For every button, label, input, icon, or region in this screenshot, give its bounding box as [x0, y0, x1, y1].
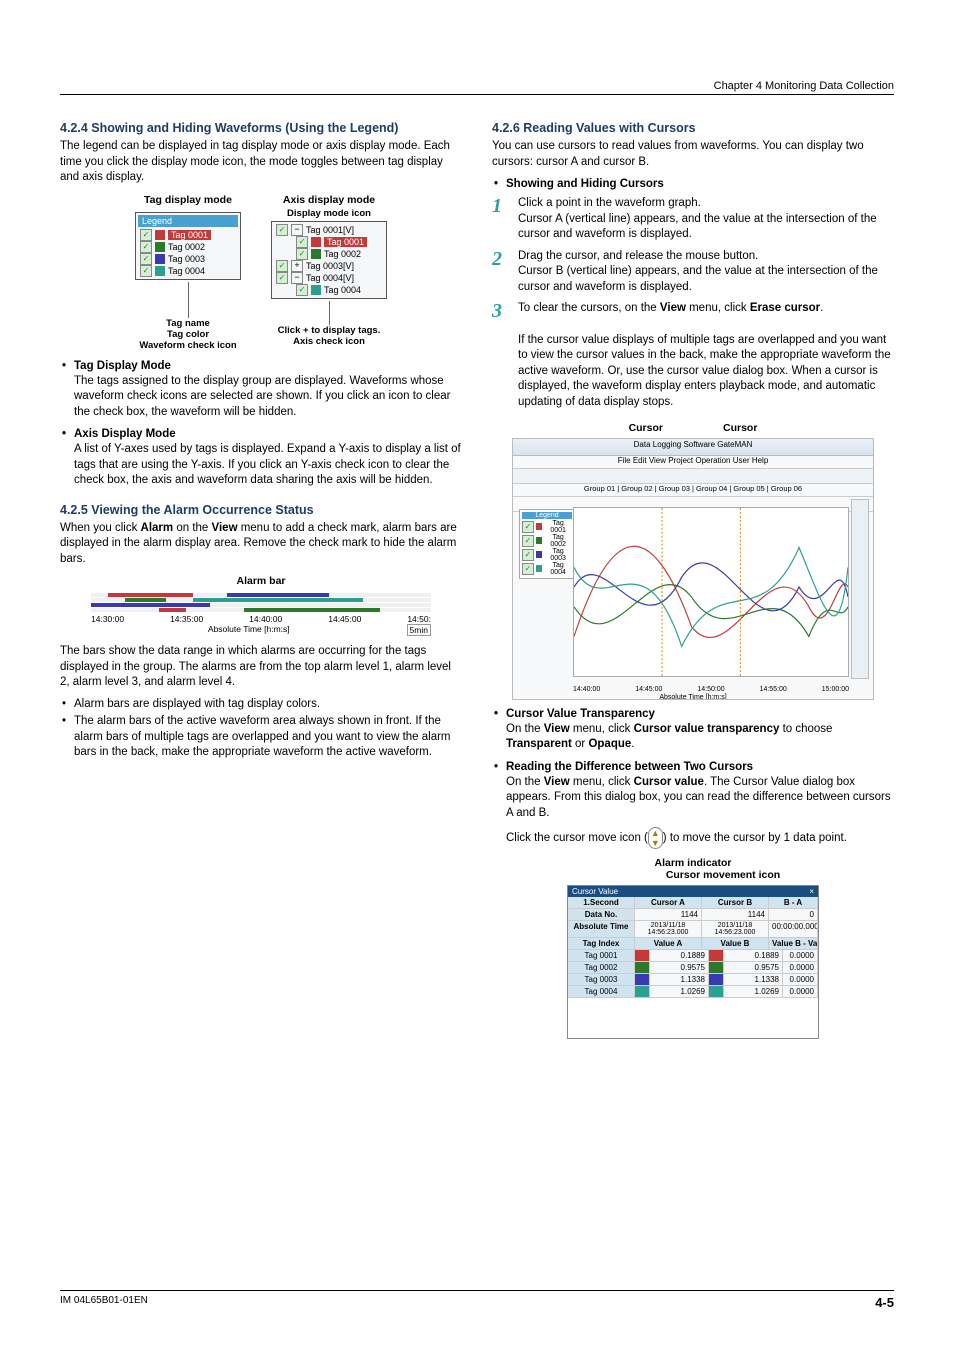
heading-4-2-6: 4.2.6 Reading Values with Cursors — [492, 121, 894, 135]
legend-title: Legend — [138, 215, 238, 227]
plot-legend[interactable]: Legend ✓Tag 0001 ✓Tag 0002 ✓Tag 0003 ✓Ta… — [519, 509, 575, 579]
text-tag-display-mode: The tags assigned to the display group a… — [74, 374, 462, 421]
heading-tag-display-mode: Tag Display Mode — [74, 360, 462, 372]
heading-4-2-4: 4.2.4 Showing and Hiding Waveforms (Usin… — [60, 121, 462, 135]
text-4-2-5-body: The bars show the data range in which al… — [60, 644, 462, 691]
heading-axis-display-mode: Axis Display Mode — [74, 428, 462, 440]
tick: 14:40:00 — [249, 614, 282, 624]
window-titlebar: Data Logging Software GateMAN — [513, 439, 873, 456]
heading-cursor-difference: Reading the Difference between Two Curso… — [506, 761, 894, 773]
cv-data-row: Tag 00031.13381.13380.0000 — [568, 974, 818, 986]
axis-tag[interactable]: Tag 0002 — [324, 249, 361, 259]
left-column: 4.2.4 Showing and Hiding Waveforms (Usin… — [60, 115, 462, 1047]
cv-data-row: Tag 00041.02691.02690.0000 — [568, 986, 818, 998]
axis-check-icon[interactable]: ✓ — [276, 260, 288, 272]
bullet-alarm-overlap: The alarm bars of the active waveform ar… — [74, 714, 462, 761]
expand-icon[interactable]: + — [291, 260, 303, 272]
text-4-2-6-intro: You can use cursors to read values from … — [492, 139, 894, 170]
label-alarm-bar: Alarm bar — [60, 575, 462, 587]
axis-tag[interactable]: Tag 0004 — [324, 285, 361, 295]
label-cursor-move-icon: Cursor movement icon — [666, 869, 780, 881]
legend-tag[interactable]: Tag 0004 — [168, 266, 205, 276]
axis-item[interactable]: Tag 0004[V] — [306, 273, 354, 283]
cv-data-row: Tag 00020.95750.95750.0000 — [568, 962, 818, 974]
figure-cursor-value-dialog: Alarm indicator Cursor movement icon Cur… — [492, 857, 894, 1039]
waveform-check-icon[interactable]: ✓ — [140, 229, 152, 241]
text-cursor-diff-2: Click the cursor move icon (▲▼) to move … — [506, 827, 894, 849]
legend-tag[interactable]: Tag 0002 — [168, 242, 205, 252]
label-tag-color: Tag color — [135, 329, 241, 340]
step-number-2: 2 — [492, 249, 508, 269]
axis-tag[interactable]: Tag 0001 — [324, 237, 367, 247]
step-3-text: To clear the cursors, on the View menu, … — [518, 301, 894, 317]
bullet-alarm-colors: Alarm bars are displayed with tag displa… — [74, 697, 462, 713]
page-number: 4-5 — [875, 1295, 894, 1310]
tick: 14:50: — [407, 614, 431, 624]
step-number-1: 1 — [492, 196, 508, 216]
text-axis-display-mode: A list of Y-axes used by tags is display… — [74, 442, 462, 489]
waveform-check-icon[interactable]: ✓ — [296, 236, 308, 248]
menubar[interactable]: File Edit View Project Operation User He… — [513, 456, 873, 469]
label-axis-display-mode: Axis display mode — [271, 194, 387, 206]
axis-check-icon[interactable]: ✓ — [276, 272, 288, 284]
waveform-plot[interactable] — [573, 507, 849, 677]
label-axis-check-icon: Axis check icon — [271, 336, 387, 347]
text-4-2-4-intro: The legend can be displayed in tag displ… — [60, 139, 462, 186]
waveform-check-icon[interactable]: ✓ — [140, 253, 152, 265]
label-cursor-a: Cursor — [629, 422, 663, 434]
heading-cursor-transparency: Cursor Value Transparency — [506, 708, 894, 720]
label-cursor-b: Cursor — [723, 422, 757, 434]
axis-item[interactable]: Tag 0001[V] — [306, 225, 354, 235]
right-column: 4.2.6 Reading Values with Cursors You ca… — [492, 115, 894, 1047]
cv-data-row: Tag 00010.18890.18890.0000 — [568, 950, 818, 962]
axis-check-icon[interactable]: ✓ — [276, 224, 288, 236]
heading-4-2-5: 4.2.5 Viewing the Alarm Occurrence Statu… — [60, 503, 462, 517]
waveform-check-icon[interactable]: ✓ — [140, 265, 152, 277]
group-tabs[interactable]: Group 01 | Group 02 | Group 03 | Group 0… — [513, 484, 873, 497]
step-2-text: Drag the cursor, and release the mouse b… — [518, 249, 894, 296]
label-alarm-indicator: Alarm indicator — [654, 857, 731, 869]
scale-label: 5min — [407, 624, 431, 636]
legend-tag[interactable]: Tag 0001 — [168, 230, 211, 240]
collapse-icon[interactable]: − — [291, 272, 303, 284]
figure-alarm-bar: Alarm bar 14:30:00 14:35:00 14:40:00 14:… — [60, 575, 462, 636]
waveform-check-icon[interactable]: ✓ — [296, 248, 308, 260]
waveform-check-icon[interactable]: ✓ — [140, 241, 152, 253]
label-click-plus: Click + to display tags. — [271, 325, 387, 336]
chapter-header: Chapter 4 Monitoring Data Collection — [60, 80, 894, 95]
doc-id: IM 04L65B01-01EN — [60, 1295, 148, 1310]
label-tag-display-mode: Tag display mode — [135, 194, 241, 206]
step-1-text: Click a point in the waveform graph.Curs… — [518, 196, 894, 243]
cursor-value-dialog[interactable]: Cursor Value× 1.Second Cursor A Cursor B… — [567, 885, 819, 1039]
tick: 14:30:00 — [91, 614, 124, 624]
legend-tag[interactable]: Tag 0003 — [168, 254, 205, 264]
step-number-3: 3 — [492, 301, 508, 321]
text-4-2-5-intro: When you click Alarm on the View menu to… — [60, 521, 462, 568]
figure-cursor-screenshot: Cursor Cursor Data Logging Software Gate… — [492, 422, 894, 700]
toolbar[interactable] — [513, 469, 873, 484]
close-icon[interactable]: × — [809, 887, 814, 896]
page-footer: IM 04L65B01-01EN 4-5 — [60, 1290, 894, 1310]
tick: 14:45:00 — [328, 614, 361, 624]
waveform-check-icon[interactable]: ✓ — [296, 284, 308, 296]
figure-legend-modes: Tag display mode Legend ✓Tag 0001 ✓Tag 0… — [60, 194, 462, 352]
text-cursor-diff-1: On the View menu, click Cursor value. Th… — [506, 775, 894, 822]
label-tag-name: Tag name — [135, 318, 241, 329]
label-waveform-check-icon: Waveform check icon — [135, 340, 241, 351]
right-side-toolbar[interactable] — [851, 499, 869, 679]
heading-show-hide-cursors: Showing and Hiding Cursors — [506, 178, 894, 190]
text-cursor-transparency: On the View menu, click Cursor value tra… — [506, 722, 894, 753]
cursor-move-icon: ▲▼ — [648, 827, 663, 849]
collapse-icon[interactable]: − — [291, 224, 303, 236]
label-display-mode-icon: Display mode icon — [271, 208, 387, 219]
text-cursor-follow: If the cursor value displays of multiple… — [518, 333, 894, 411]
axis-item[interactable]: Tag 0003[V] — [306, 261, 354, 271]
tick: 14:35:00 — [170, 614, 203, 624]
axis-caption: Absolute Time [h:m:s] — [208, 624, 290, 636]
